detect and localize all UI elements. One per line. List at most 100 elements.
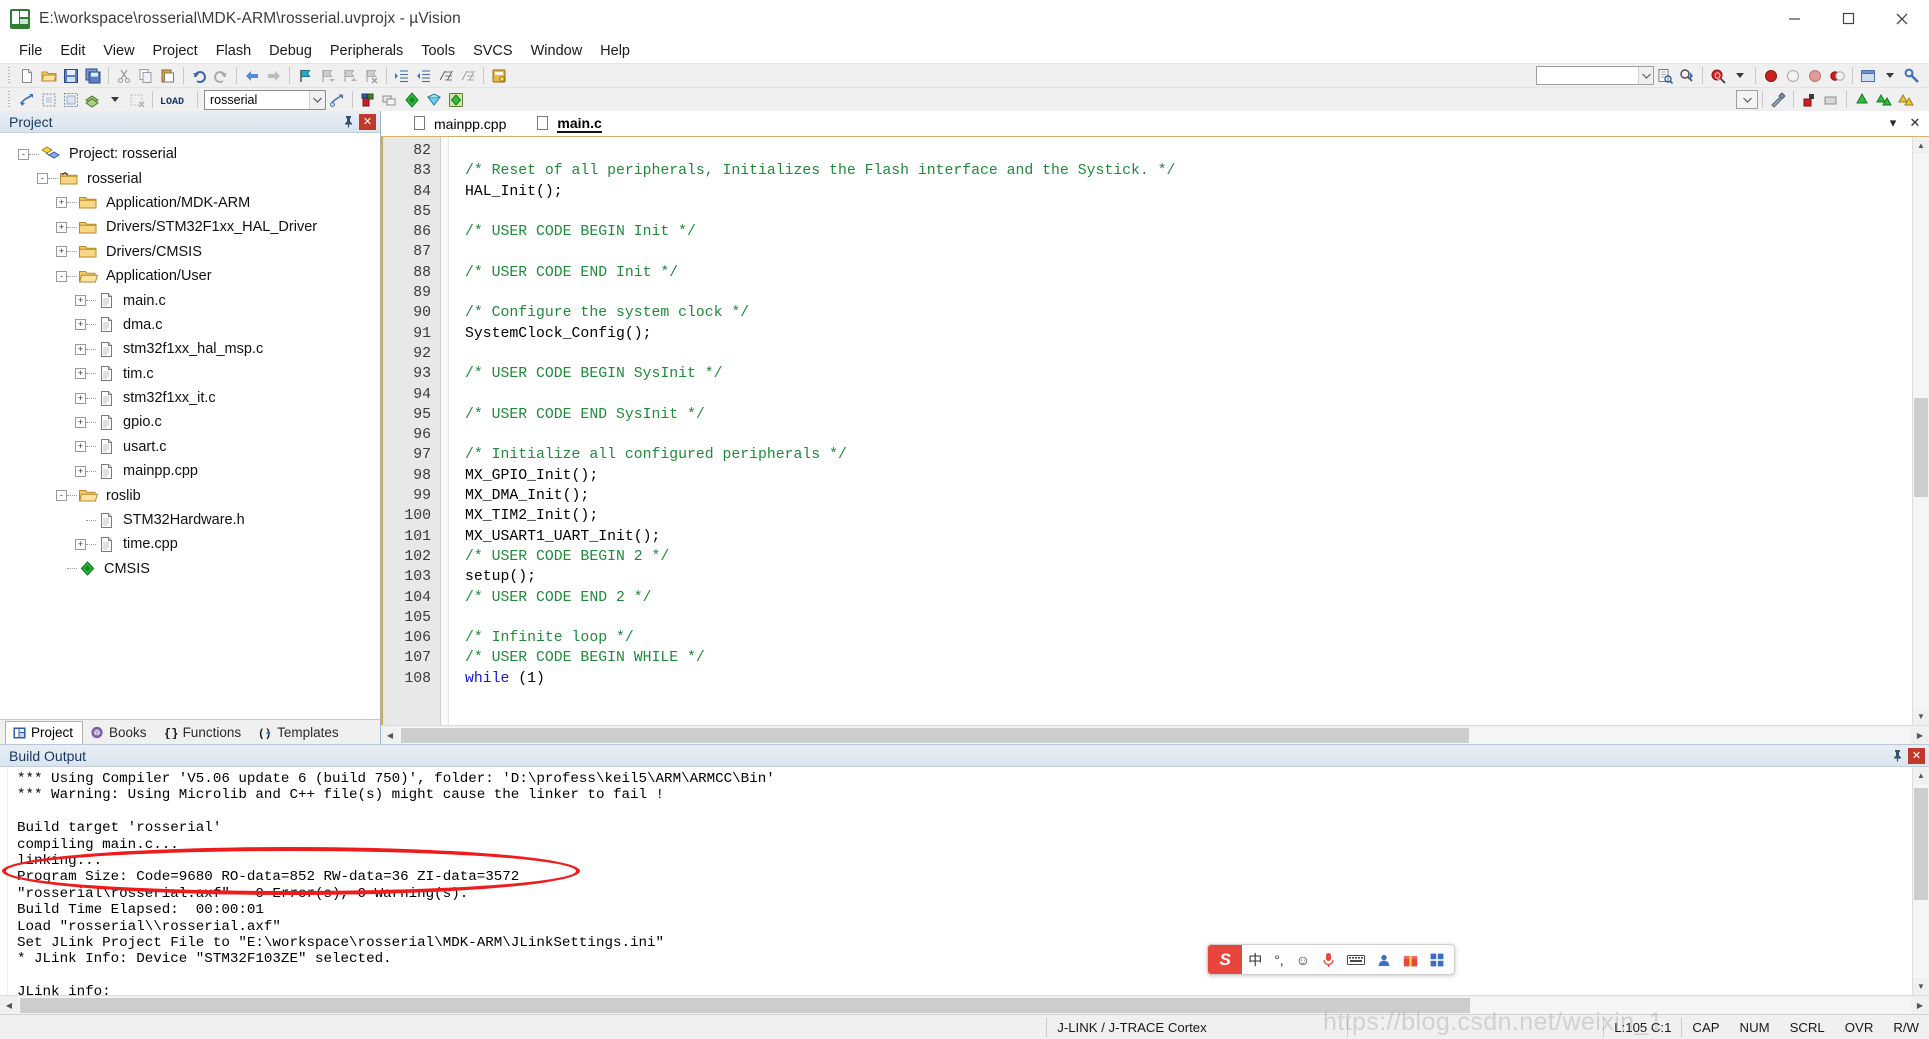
code-line[interactable]: /* USER CODE BEGIN SysInit */	[465, 364, 1912, 384]
configuration-wizard-icon[interactable]	[488, 65, 510, 86]
chevron-down-icon[interactable]	[309, 90, 325, 109]
scroll-track[interactable]	[1913, 784, 1929, 978]
download-to-flash-icon[interactable]: LOAD	[157, 89, 193, 110]
ime-logo-icon[interactable]: S	[1208, 945, 1243, 974]
ime-apps-icon[interactable]	[1424, 945, 1450, 974]
editor-vertical-scrollbar[interactable]: ▲ ▼	[1912, 137, 1929, 725]
pack-installer-icon[interactable]	[401, 89, 423, 110]
code-line[interactable]: /* USER CODE END SysInit */	[465, 405, 1912, 425]
tree-expander-toggle[interactable]: +	[75, 465, 86, 477]
code-line[interactable]: SystemClock_Config();	[465, 324, 1912, 344]
editor-horizontal-scrollbar[interactable]: ◀ ▶	[381, 725, 1929, 744]
tree-expander-toggle[interactable]: +	[75, 343, 86, 355]
build-target-icon[interactable]	[38, 89, 60, 110]
menu-peripherals[interactable]: Peripherals	[321, 40, 412, 62]
kill-all-breakpoints-icon[interactable]	[1782, 65, 1804, 86]
menu-edit[interactable]: Edit	[51, 40, 94, 62]
chevron-down-icon[interactable]	[1638, 67, 1653, 84]
code-line[interactable]: HAL_Init();	[465, 182, 1912, 202]
uncomment-icon[interactable]: //	[457, 65, 479, 86]
tree-item[interactable]: CMSIS	[0, 557, 380, 581]
code-line[interactable]: /* Initialize all configured peripherals…	[465, 445, 1912, 465]
tree-item[interactable]: - Application/User	[0, 264, 380, 288]
run-step-icon[interactable]	[1895, 89, 1917, 110]
ime-voice-input-icon[interactable]	[1316, 945, 1341, 974]
tree-expander-toggle[interactable]: +	[75, 538, 86, 550]
tree-expander-toggle[interactable]: -	[56, 270, 67, 282]
hscroll-track[interactable]	[18, 996, 1911, 1014]
batch-build-icon[interactable]	[82, 89, 104, 110]
code-line[interactable]: /* Reset of all peripherals, Initializes…	[465, 161, 1912, 181]
pin-icon[interactable]	[1889, 747, 1906, 764]
code-line[interactable]: /* USER CODE END 2 */	[465, 588, 1912, 608]
ime-soft-keyboard-icon[interactable]	[1341, 945, 1371, 974]
save-all-icon[interactable]	[82, 65, 104, 86]
comment-icon[interactable]: //	[435, 65, 457, 86]
navigate-back-icon[interactable]	[241, 65, 263, 86]
find-icon[interactable]: Q	[1707, 65, 1729, 86]
maximize-button[interactable]	[1821, 0, 1875, 38]
tree-item[interactable]: + Drivers/CMSIS	[0, 240, 380, 264]
find-combo-input[interactable]	[1536, 66, 1654, 85]
outdent-icon[interactable]	[413, 65, 435, 86]
editor-tab-list-dropdown[interactable]: ▾	[1886, 114, 1900, 132]
manage-components-icon[interactable]	[445, 89, 467, 110]
code-line[interactable]	[465, 242, 1912, 262]
open-file-icon[interactable]	[38, 65, 60, 86]
tree-item[interactable]: + mainpp.cpp	[0, 459, 380, 483]
tab-books[interactable]: ? Books	[83, 721, 157, 744]
tab-functions[interactable]: {} Functions	[157, 721, 252, 744]
find-in-files-icon[interactable]	[1654, 65, 1676, 86]
enable-disable-breakpoints-icon[interactable]	[1826, 65, 1848, 86]
manage-windows-dropdown-icon[interactable]	[1879, 65, 1901, 86]
run-icon[interactable]	[1851, 89, 1873, 110]
tree-expander-toggle[interactable]: +	[75, 392, 86, 404]
menu-project[interactable]: Project	[144, 40, 207, 62]
toolbar-grip[interactable]	[7, 66, 13, 85]
tree-expander-toggle[interactable]: -	[56, 490, 67, 502]
code-line[interactable]: MX_DMA_Init();	[465, 486, 1912, 506]
insert-breakpoint-icon[interactable]	[1760, 65, 1782, 86]
tree-expander-toggle[interactable]: +	[75, 416, 86, 428]
hscroll-thumb[interactable]	[401, 727, 1469, 743]
tree-expander-toggle[interactable]: +	[56, 246, 67, 258]
scroll-right-icon[interactable]: ▶	[1911, 996, 1929, 1014]
undo-icon[interactable]	[188, 65, 210, 86]
tree-item[interactable]: + gpio.c	[0, 410, 380, 434]
code-line[interactable]: /* USER CODE BEGIN WHILE */	[465, 648, 1912, 668]
code-line[interactable]	[465, 608, 1912, 628]
target-options-icon[interactable]	[326, 89, 348, 110]
translate-file-icon[interactable]	[16, 89, 38, 110]
tree-expander-toggle[interactable]: +	[75, 441, 86, 453]
scroll-left-icon[interactable]: ◀	[381, 726, 399, 744]
build-output-text[interactable]: *** Using Compiler 'V5.06 update 6 (buil…	[8, 767, 1912, 995]
run-all-icon[interactable]	[1873, 89, 1895, 110]
tree-item[interactable]: - Project: rosserial	[0, 142, 380, 166]
disable-breakpoint-icon[interactable]	[1804, 65, 1826, 86]
bookmark-prev-icon[interactable]	[316, 65, 338, 86]
code-line[interactable]: MX_GPIO_Init();	[465, 466, 1912, 486]
menu-tools[interactable]: Tools	[412, 40, 464, 62]
scroll-thumb[interactable]	[1914, 397, 1928, 498]
code-line[interactable]	[465, 344, 1912, 364]
editor-tab-mainpp-cpp[interactable]: mainpp.cpp	[403, 111, 528, 136]
code-line[interactable]: MX_USART1_UART_Init();	[465, 527, 1912, 547]
code-line[interactable]: /* USER CODE END Init */	[465, 263, 1912, 283]
menu-file[interactable]: File	[10, 40, 51, 62]
toolbar-grip[interactable]	[7, 90, 13, 109]
build-output-vertical-scrollbar[interactable]: ▲ ▼	[1912, 767, 1929, 995]
tab-project[interactable]: Project	[5, 721, 84, 744]
navigate-forward-icon[interactable]	[263, 65, 285, 86]
tree-item[interactable]: + dma.c	[0, 313, 380, 337]
code-line[interactable]: /* USER CODE BEGIN 2 */	[465, 547, 1912, 567]
tree-item[interactable]: + usart.c	[0, 435, 380, 459]
target-selector[interactable]: rosserial	[204, 89, 326, 110]
ime-user-icon[interactable]	[1371, 945, 1397, 974]
hscroll-thumb[interactable]	[20, 997, 1470, 1013]
tab-templates[interactable]: () Templates	[251, 721, 349, 744]
ime-punctuation[interactable]: °,	[1268, 945, 1290, 974]
code-line[interactable]: setup();	[465, 567, 1912, 587]
incremental-find-icon[interactable]	[1676, 65, 1698, 86]
tree-expander-toggle[interactable]: +	[56, 221, 67, 233]
debug-settings-icon[interactable]	[1901, 65, 1923, 86]
